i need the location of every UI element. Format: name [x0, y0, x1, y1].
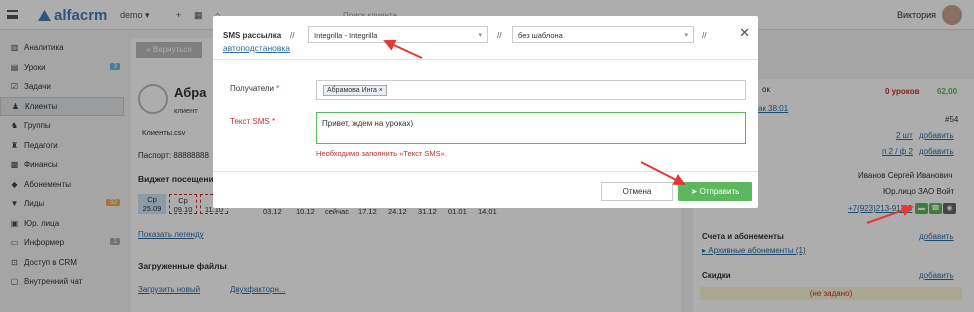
divider: [213, 171, 758, 172]
send-icon: ➤: [690, 187, 700, 196]
separator: //: [290, 31, 295, 40]
recipients-label: Получатели *: [230, 84, 280, 93]
separator: //: [702, 31, 707, 40]
modal-title: SMS рассылка: [223, 31, 282, 40]
chevron-down-icon: ▾: [478, 32, 482, 39]
separator: //: [497, 31, 502, 40]
recipient-tag[interactable]: Абрамова Инга ×: [323, 85, 387, 96]
recipients-field[interactable]: Абрамова Инга ×: [316, 80, 746, 100]
template-select[interactable]: без шаблона ▾: [512, 26, 694, 43]
chevron-down-icon: ▾: [684, 32, 688, 39]
close-icon[interactable]: ✕: [739, 25, 750, 41]
send-button[interactable]: ➤ Отправить: [678, 182, 752, 201]
sms-textarea[interactable]: Привет, ждем на уроках): [316, 112, 746, 144]
sms-modal: SMS рассылка // Integrilla - Integrilla ▾…: [213, 16, 758, 208]
cancel-button[interactable]: Отмена: [601, 182, 673, 201]
sms-text: Привет, ждем на уроках): [322, 119, 414, 128]
error-message: Необходимо заполнить «Текст SMS».: [316, 149, 447, 158]
modal-header: SMS рассылка // Integrilla - Integrilla ▾…: [213, 16, 758, 60]
text-label: Текст SMS *: [230, 117, 276, 126]
autosubst-link[interactable]: автоподстановка: [223, 43, 290, 53]
provider-select[interactable]: Integrilla - Integrilla ▾: [308, 26, 488, 43]
